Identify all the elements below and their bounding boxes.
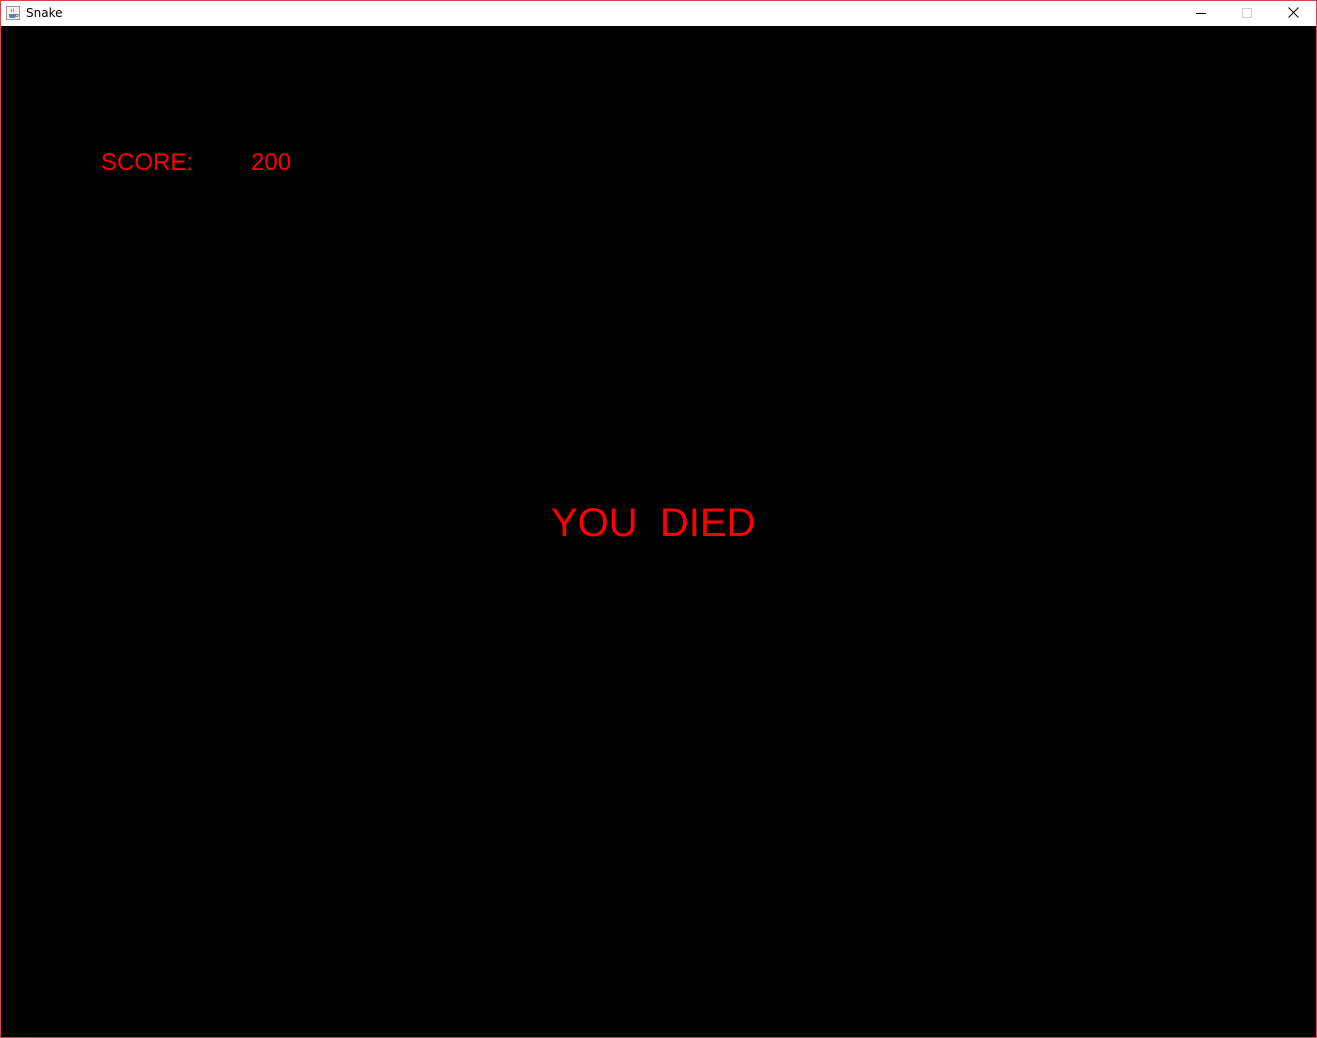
title-bar[interactable]: Snake: [1, 1, 1316, 26]
app-window: Snake SCORE: 200 YOU DIED: [0, 0, 1317, 1038]
minimize-button[interactable]: [1178, 1, 1224, 26]
close-icon: [1287, 5, 1299, 23]
java-coffee-cup-icon: [6, 6, 20, 20]
maximize-button[interactable]: [1224, 1, 1270, 26]
score-value: 200: [251, 149, 292, 176]
game-canvas[interactable]: SCORE: 200 YOU DIED: [1, 26, 1316, 1037]
close-button[interactable]: [1270, 1, 1316, 26]
minimize-icon: [1196, 5, 1206, 23]
maximize-icon: [1242, 5, 1252, 23]
score-label: SCORE:: [101, 149, 194, 176]
window-title: Snake: [26, 6, 63, 20]
game-over-message: YOU DIED: [551, 501, 756, 545]
